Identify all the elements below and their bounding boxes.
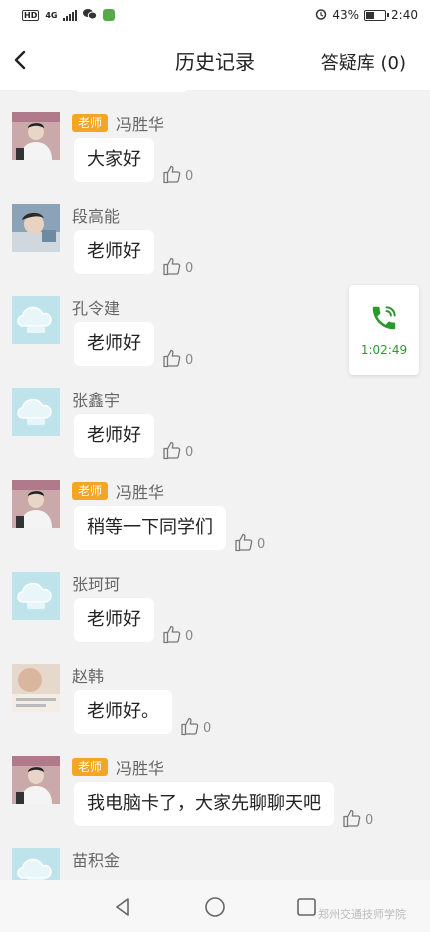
message-bubble[interactable]: 老师好。 [74, 690, 172, 734]
message-item: 张鑫宇 老师好 0 [0, 366, 430, 460]
message-bubble[interactable]: 稍等一下同学们 [74, 506, 226, 550]
nav-home-button[interactable] [204, 896, 226, 922]
like-button[interactable]: 0 [342, 808, 373, 828]
avatar[interactable] [12, 480, 60, 528]
thumbs-up-icon [163, 165, 181, 184]
status-bar: HD 4G 43% 2:40 [0, 0, 430, 30]
default-cloud-avatar-image [12, 388, 60, 436]
recent-square-icon [297, 898, 316, 916]
battery-icon [364, 9, 390, 21]
sender-name: 苗积金 [72, 851, 121, 870]
clock: 2:40 [391, 8, 418, 22]
hd-icon: HD [22, 9, 40, 21]
thumbs-up-icon [163, 441, 181, 460]
name-row: 苗积金 [72, 848, 120, 870]
message-bubble[interactable]: 老师好 [74, 230, 154, 274]
teacher-badge: 老师 [72, 482, 109, 500]
name-row: 老师 冯胜华 [72, 112, 164, 134]
student-photo-2-image [12, 664, 60, 712]
teacher-photo-image [12, 480, 60, 528]
avatar[interactable] [12, 572, 60, 620]
like-button[interactable]: 0 [162, 624, 193, 644]
like-button[interactable]: 0 [162, 348, 193, 368]
thumbs-up-icon [163, 625, 181, 644]
message-bubble[interactable]: 老师好 [74, 414, 154, 458]
avatar[interactable] [12, 204, 60, 252]
like-button[interactable]: 0 [162, 164, 193, 184]
avatar[interactable] [12, 296, 60, 344]
avatar[interactable] [12, 664, 60, 712]
back-triangle-icon [116, 898, 129, 916]
sender-name: 段高能 [72, 207, 121, 226]
header: 历史记录 答疑库 (0) [0, 30, 430, 90]
name-row: 段高能 [72, 204, 120, 226]
battery-percent: 43% [332, 8, 360, 22]
phone-icon [372, 306, 396, 330]
avatar[interactable] [12, 388, 60, 436]
sender-name: 孔令建 [72, 299, 121, 318]
sender-name: 冯胜华 [116, 115, 165, 134]
name-row: 老师 冯胜华 [72, 480, 164, 502]
signal-icon [63, 9, 78, 21]
default-cloud-avatar-image [12, 848, 60, 880]
sender-name: 张鑫宇 [72, 391, 121, 410]
message-item: 老师 冯胜华 稍等一下同学们 0 [0, 458, 430, 552]
sender-name: 冯胜华 [116, 759, 165, 778]
call-duration: 1:02:49 [360, 343, 408, 357]
thumbs-up-icon [163, 257, 181, 276]
teacher-photo-image [12, 756, 60, 804]
teacher-photo-image [12, 112, 60, 160]
message-bubble[interactable]: 大家好 [74, 138, 154, 182]
thumbs-up-icon [181, 717, 199, 736]
avatar[interactable] [12, 112, 60, 160]
like-button[interactable]: 0 [180, 716, 211, 736]
thumbs-up-icon [163, 349, 181, 368]
app-icon [103, 9, 116, 21]
message-bubble[interactable]: 老师好 [74, 598, 154, 642]
avatar[interactable] [12, 756, 60, 804]
nav-back-button[interactable] [112, 896, 134, 922]
like-button[interactable]: 0 [162, 256, 193, 276]
sender-name: 张珂珂 [72, 575, 121, 594]
avatar[interactable] [12, 848, 60, 880]
message-item: 苗积金 [0, 826, 430, 880]
status-left: HD 4G [22, 8, 116, 23]
message-bubble[interactable]: 我电脑卡了，大家先聊聊天吧 [74, 782, 334, 826]
like-button[interactable]: 0 [162, 440, 193, 460]
message-item: 段高能 老师好 0 [0, 182, 430, 276]
chat-list[interactable]: 老师 冯胜华 大家好 0 段高能 老师好 0 孔令建 老师好 0 张鑫宇 老师好… [0, 90, 430, 880]
name-row: 老师 冯胜华 [72, 756, 164, 778]
name-row: 孔令建 [72, 296, 120, 318]
name-row: 赵韩 [72, 664, 104, 686]
message-item: 赵韩 老师好。 0 [0, 642, 430, 736]
student-photo-image [12, 204, 60, 252]
watermark: 郑州交通技师学院 [318, 908, 406, 921]
message-item: 老师 冯胜华 大家好 0 [0, 90, 430, 184]
default-cloud-avatar-image [12, 296, 60, 344]
nav-recent-button[interactable] [296, 896, 318, 922]
like-button[interactable]: 0 [234, 532, 265, 552]
teacher-badge: 老师 [72, 758, 109, 776]
sender-name: 赵韩 [72, 667, 105, 686]
teacher-badge: 老师 [72, 114, 109, 132]
system-nav-bar: 郑州交通技师学院 [0, 880, 430, 932]
home-circle-icon [205, 897, 225, 917]
status-right: 43% 2:40 [315, 8, 418, 23]
message-bubble[interactable]: 老师好 [74, 322, 154, 366]
name-row: 张鑫宇 [72, 388, 120, 410]
qa-library-button[interactable]: 答疑库 (0) [321, 49, 406, 75]
thumbs-up-icon [343, 809, 361, 828]
sender-name: 冯胜华 [116, 483, 165, 502]
network-type: 4G [45, 10, 58, 20]
message-item: 老师 冯胜华 我电脑卡了，大家先聊聊天吧 0 [0, 734, 430, 828]
name-row: 张珂珂 [72, 572, 120, 594]
message-item: 张珂珂 老师好 0 [0, 550, 430, 644]
default-cloud-avatar-image [12, 572, 60, 620]
alarm-icon [315, 8, 327, 23]
call-widget[interactable]: 1:02:49 [349, 285, 419, 375]
thumbs-up-icon [235, 533, 253, 552]
wechat-icon [83, 8, 98, 23]
